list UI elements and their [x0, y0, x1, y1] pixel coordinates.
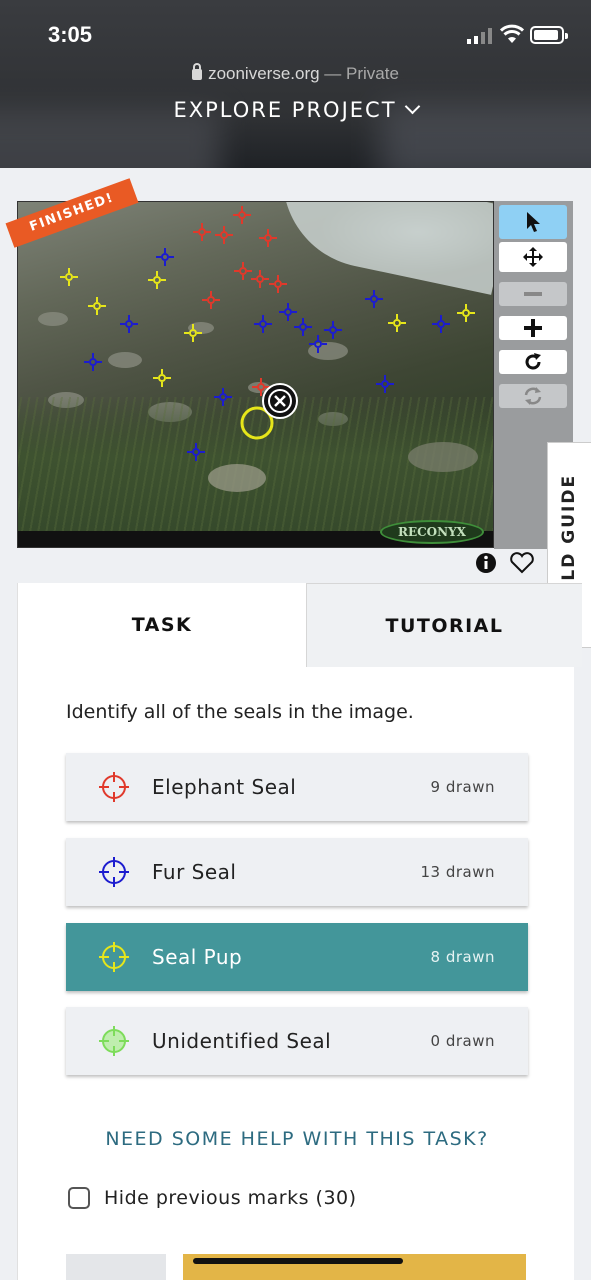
fur-seal-mark[interactable] [323, 320, 343, 340]
tab-task[interactable]: TASK [18, 583, 306, 667]
fur-seal-mark[interactable] [119, 314, 139, 334]
fur-seal-mark[interactable] [83, 352, 103, 372]
task-instruction: Identify all of the seals in the image. [66, 701, 414, 723]
fur-seal-crosshair-icon [99, 857, 129, 887]
fur-seal-mark[interactable] [278, 302, 298, 322]
elephant-seal-mark[interactable] [201, 290, 221, 310]
fur-seal-mark[interactable] [293, 317, 313, 337]
choice-elephant-seal[interactable]: Elephant Seal 9 drawn [66, 753, 528, 821]
fur-seal-mark[interactable] [375, 374, 395, 394]
done-button[interactable] [183, 1254, 526, 1280]
address-bar[interactable]: zooniverse.org — Private [0, 63, 591, 84]
elephant-seal-crosshair-icon [99, 772, 129, 802]
subject-image[interactable]: RECONYX [17, 201, 494, 548]
fur-seal-mark[interactable] [155, 247, 175, 267]
fur-seal-mark[interactable] [431, 314, 451, 334]
seal-pup-mark[interactable] [147, 270, 167, 290]
choice-unidentified-seal[interactable]: Unidentified Seal 0 drawn [66, 1007, 528, 1075]
elephant-seal-mark[interactable] [233, 261, 253, 281]
zoom-in-icon [524, 319, 542, 337]
pointer-tool[interactable] [499, 205, 567, 239]
fur-seal-mark[interactable] [364, 289, 384, 309]
fur-seal-mark[interactable] [253, 314, 273, 334]
explore-project-menu[interactable]: EXPLORE PROJECT [0, 98, 591, 122]
reset-icon [524, 387, 542, 405]
move-icon [523, 247, 543, 267]
elephant-seal-mark[interactable] [250, 269, 270, 289]
rotate-icon [525, 353, 541, 370]
subject-actions [474, 551, 544, 581]
back-button[interactable] [66, 1254, 166, 1280]
cellular-signal-icon [467, 28, 492, 44]
seal-pup-mark[interactable] [87, 296, 107, 316]
chevron-down-icon [404, 98, 420, 115]
fur-seal-mark[interactable] [308, 334, 328, 354]
elephant-seal-mark[interactable] [214, 225, 234, 245]
info-icon[interactable] [476, 553, 496, 573]
seal-pup-crosshair-icon [99, 942, 129, 972]
hide-previous-marks[interactable]: Hide previous marks (30) [68, 1187, 357, 1209]
camera-logo: RECONYX [380, 520, 484, 544]
elephant-seal-mark[interactable] [268, 274, 288, 294]
reset-tool[interactable] [499, 384, 567, 408]
choice-fur-seal[interactable]: Fur Seal 13 drawn [66, 838, 528, 906]
seal-pup-mark[interactable] [456, 303, 476, 323]
elephant-seal-mark[interactable] [232, 205, 252, 225]
seal-pup-mark[interactable] [152, 368, 172, 388]
lock-icon [192, 63, 203, 80]
fur-seal-mark[interactable] [186, 442, 206, 462]
hide-marks-checkbox[interactable] [68, 1187, 90, 1209]
browser-header: 3:05 zooniverse.org — Private EXPLORE PR… [0, 0, 591, 168]
zoom-out-icon [524, 292, 542, 296]
zoom-in-tool[interactable] [499, 316, 567, 340]
elephant-seal-mark[interactable] [192, 222, 212, 242]
fur-seal-mark[interactable] [213, 387, 233, 407]
task-help-link[interactable]: NEED SOME HELP WITH THIS TASK? [66, 1125, 528, 1153]
seal-pup-mark[interactable] [183, 323, 203, 343]
choice-seal-pup[interactable]: Seal Pup 8 drawn [66, 923, 528, 991]
heart-icon[interactable] [510, 552, 534, 574]
status-time: 3:05 [48, 22, 93, 47]
unidentified-seal-crosshair-icon [99, 1026, 129, 1056]
zoom-out-tool[interactable] [499, 282, 567, 306]
seal-pup-mark[interactable] [59, 267, 79, 287]
move-tool[interactable] [499, 242, 567, 272]
task-panel: TASK TUTORIAL Identify all of the seals … [17, 583, 582, 1280]
delete-mark-icon[interactable] [262, 383, 298, 419]
pointer-icon [527, 212, 540, 232]
wifi-icon [500, 24, 524, 43]
battery-icon [530, 26, 568, 44]
tab-tutorial[interactable]: TUTORIAL [306, 583, 582, 667]
annotation-marks [59, 205, 476, 462]
elephant-seal-mark[interactable] [258, 228, 278, 248]
rotate-tool[interactable] [499, 350, 567, 374]
seal-pup-mark[interactable] [387, 313, 407, 333]
